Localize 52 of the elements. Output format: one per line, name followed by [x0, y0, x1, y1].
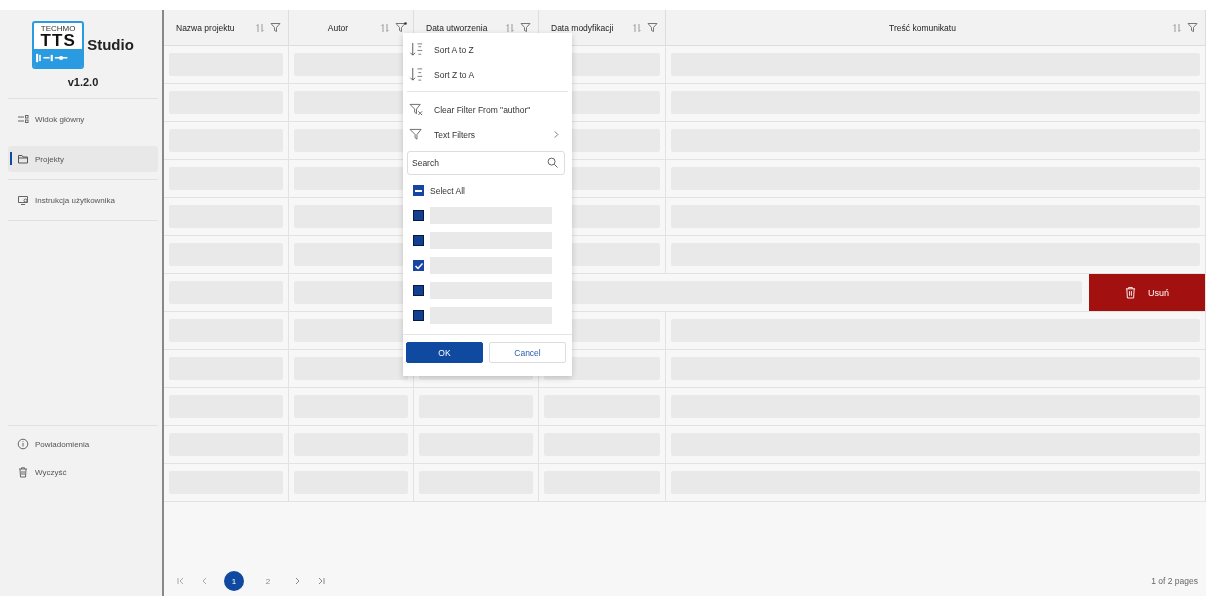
filter-icon: [409, 128, 424, 141]
cancel-button[interactable]: Cancel: [489, 342, 566, 363]
logo-title: Studio: [87, 36, 134, 53]
checkbox[interactable]: [413, 235, 424, 246]
search-icon: [547, 157, 558, 168]
nav-item[interactable]: Powiadomienia: [8, 430, 158, 458]
info-icon: [17, 438, 29, 450]
folder-icon: [17, 153, 29, 165]
column-header[interactable]: Treść komunikatu: [666, 10, 1206, 45]
sort-descending-icon: [409, 67, 424, 82]
filter-icon[interactable]: [395, 22, 407, 33]
page-button[interactable]: 2: [258, 571, 278, 591]
filter-icon[interactable]: [647, 22, 659, 33]
nav-item[interactable]: Instrukcja użytkownika: [8, 179, 158, 220]
filter-icon[interactable]: [520, 22, 532, 33]
nav-item[interactable]: Wyczyść: [8, 458, 158, 486]
filter-icon[interactable]: [270, 22, 282, 33]
first-page-icon[interactable]: [176, 576, 186, 586]
checkbox[interactable]: [413, 310, 424, 321]
sort-icon[interactable]: [632, 22, 642, 33]
sort-icon[interactable]: [255, 22, 265, 33]
checkbox[interactable]: [413, 285, 424, 296]
version-label: v1.2.0: [66, 76, 100, 88]
checkbox-label: Select All: [430, 185, 465, 196]
dashboard-icon: [17, 113, 29, 125]
delete-button[interactable]: Usuń: [1089, 274, 1205, 311]
trash-icon: [17, 466, 29, 478]
page-summary: 1 of 2 pages: [1151, 576, 1198, 586]
ok-button[interactable]: OK: [406, 342, 483, 363]
filter-icon[interactable]: [1187, 22, 1199, 33]
nav-item[interactable]: Widok główny: [8, 98, 158, 139]
chevron-right-icon: [553, 130, 560, 139]
clear-filter-icon: [409, 103, 424, 116]
sort-icon[interactable]: [380, 22, 390, 33]
logo-product: TTS: [40, 33, 76, 49]
sort-icon[interactable]: [1172, 22, 1182, 33]
checkbox[interactable]: [413, 210, 424, 221]
sort-ascending-icon: [409, 42, 424, 57]
page-button[interactable]: 1: [224, 571, 244, 591]
checkbox[interactable]: [413, 185, 424, 196]
search-field[interactable]: Search: [407, 151, 565, 175]
checkbox[interactable]: [413, 260, 424, 271]
monitor-icon: [17, 194, 29, 206]
last-page-icon[interactable]: [316, 576, 326, 586]
column-header[interactable]: Nazwa projektu: [164, 10, 289, 45]
trash-icon: [1125, 286, 1136, 299]
menu-item[interactable]: Sort Z to A: [403, 62, 572, 87]
nav-item[interactable]: Projekty: [8, 146, 158, 172]
logo-brand: TECHMO: [40, 24, 76, 33]
sort-icon[interactable]: [505, 22, 515, 33]
menu-item[interactable]: Clear Filter From "author": [403, 97, 572, 122]
menu-item[interactable]: Text Filters: [403, 122, 572, 147]
